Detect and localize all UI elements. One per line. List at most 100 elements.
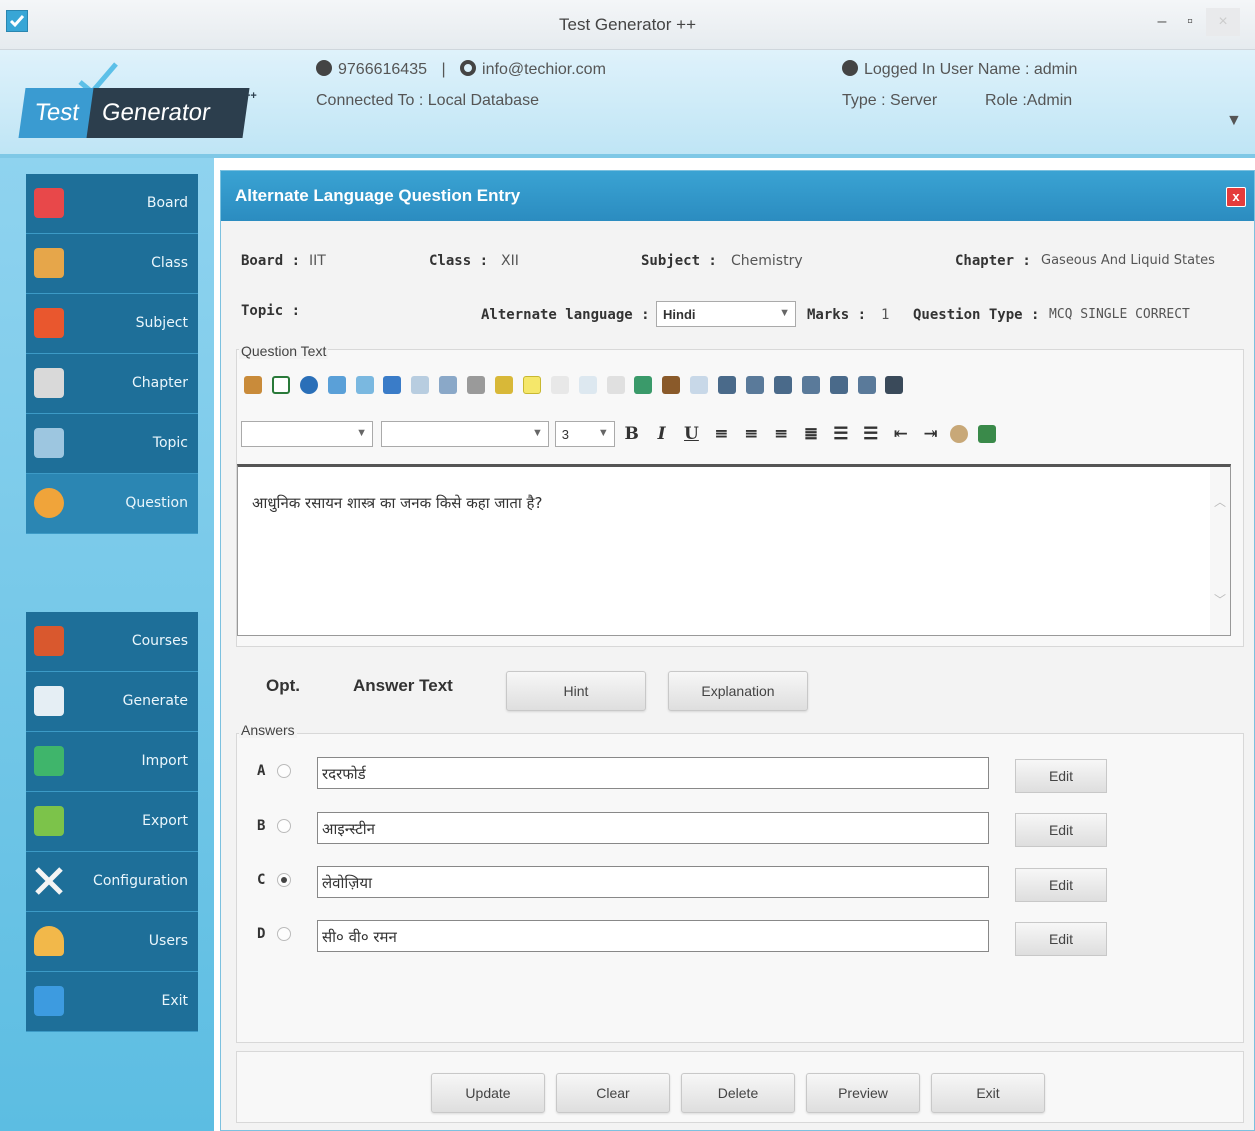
user-info: Logged In User Name : admin xyxy=(842,60,1077,79)
exit-button[interactable]: Exit xyxy=(931,1073,1045,1113)
insert-column-icon[interactable] xyxy=(746,376,765,395)
option-d-radio[interactable] xyxy=(277,927,291,941)
bullet-list-icon[interactable]: ☰ xyxy=(862,424,880,444)
sidebar-item-export[interactable]: Export xyxy=(26,792,198,852)
alternate-language-select[interactable]: Hindi ▼ xyxy=(656,301,796,327)
justify-icon[interactable]: ≣ xyxy=(802,424,820,444)
sidebar-item-generate[interactable]: Generate xyxy=(26,672,198,732)
image-icon[interactable] xyxy=(950,425,969,443)
panel-title: Alternate Language Question Entry xyxy=(221,171,1254,221)
sidebar-item-label: Question xyxy=(125,495,188,511)
answer-text-column-header: Answer Text xyxy=(353,676,453,695)
explanation-button[interactable]: Explanation xyxy=(668,671,808,711)
window-title: Test Generator ++ xyxy=(558,15,697,34)
update-button[interactable]: Update xyxy=(431,1073,545,1113)
outdent-icon[interactable]: ⇤ xyxy=(892,424,910,444)
undo-icon[interactable] xyxy=(327,376,346,395)
edit-option-a-button[interactable]: Edit xyxy=(1015,759,1107,793)
option-a-radio[interactable] xyxy=(277,764,291,778)
sidebar-item-exit[interactable]: Exit xyxy=(26,972,198,1032)
sidebar-item-label: Import xyxy=(141,753,188,769)
sidebar-item-label: Board xyxy=(146,195,188,211)
split-cells-icon[interactable] xyxy=(857,376,876,395)
option-a-text[interactable]: रदरफोर्ड xyxy=(317,757,989,789)
font-family-select[interactable]: ▼ xyxy=(241,421,373,447)
editor-scrollbar[interactable]: ︿ ﹀ xyxy=(1210,467,1230,635)
sidebar-item-chapter[interactable]: Chapter xyxy=(26,354,198,414)
close-panel-icon[interactable]: x xyxy=(1226,187,1246,207)
alternate-language-label: Alternate language : xyxy=(481,307,650,323)
app-header: Test Generator ++ 9766616435 | info@tech… xyxy=(0,50,1255,158)
sidebar-item-import[interactable]: Import xyxy=(26,732,198,792)
paint-icon[interactable] xyxy=(244,376,262,395)
underline-button[interactable]: U xyxy=(682,424,700,444)
numbered-list-icon[interactable]: ☰ xyxy=(832,424,850,444)
abc-icon[interactable] xyxy=(606,376,625,395)
minimize-button[interactable]: – xyxy=(1148,8,1176,36)
sidebar-item-courses[interactable]: Courses xyxy=(26,612,198,672)
scroll-up-icon[interactable]: ︿ xyxy=(1214,493,1226,510)
highlight-icon[interactable] xyxy=(522,376,541,395)
option-d-text[interactable]: सी० वी० रमन xyxy=(317,920,989,952)
paste-icon[interactable] xyxy=(439,376,458,395)
option-b-text[interactable]: आइन्स्टीन xyxy=(317,812,989,844)
redo-icon[interactable] xyxy=(355,376,374,395)
hint-button[interactable]: Hint xyxy=(506,671,646,711)
scroll-down-icon[interactable]: ﹀ xyxy=(1214,591,1226,608)
sidebar-item-board[interactable]: Board xyxy=(26,174,198,234)
spell-check-icon[interactable] xyxy=(495,376,514,395)
edit-option-c-button[interactable]: Edit xyxy=(1015,868,1107,902)
find-icon[interactable] xyxy=(467,376,486,395)
board-icon xyxy=(34,188,64,218)
delete-button[interactable]: Delete xyxy=(681,1073,795,1113)
sidebar-item-subject[interactable]: Subject xyxy=(26,294,198,354)
delete-row-icon[interactable] xyxy=(773,376,792,395)
italic-button[interactable]: I xyxy=(653,424,671,444)
vertical-bar-icon[interactable] xyxy=(662,376,681,395)
sidebar-item-question[interactable]: Question xyxy=(26,474,198,534)
option-b-radio[interactable] xyxy=(277,819,291,833)
sidebar-item-users[interactable]: Users xyxy=(26,912,198,972)
preview-button[interactable]: Preview xyxy=(806,1073,920,1113)
align-center-icon[interactable]: ≡ xyxy=(742,424,760,444)
align-left-icon[interactable]: ≡ xyxy=(712,424,730,444)
sidebar-item-label: Export xyxy=(142,813,188,829)
sidebar-item-class[interactable]: Class xyxy=(26,234,198,294)
insert-row-icon[interactable] xyxy=(718,376,737,395)
logo-plus-text: ++ xyxy=(244,90,257,102)
sidebar-item-topic[interactable]: Topic xyxy=(26,414,198,474)
delete-column-icon[interactable] xyxy=(801,376,820,395)
cut-icon[interactable] xyxy=(383,376,402,395)
close-window-button[interactable]: × xyxy=(1206,8,1240,36)
edit-option-b-button[interactable]: Edit xyxy=(1015,813,1107,847)
subscript-icon[interactable] xyxy=(578,376,597,395)
option-c-text[interactable]: लेवोज़िया xyxy=(317,866,989,898)
indent-icon[interactable]: ⇥ xyxy=(922,424,940,444)
question-type-value: MCQ SINGLE CORRECT xyxy=(1049,307,1190,322)
maximize-button[interactable]: ▫ xyxy=(1176,8,1204,36)
superscript-icon[interactable] xyxy=(550,376,569,395)
sidebar-item-configuration[interactable]: Configuration xyxy=(26,852,198,912)
document-icon[interactable] xyxy=(271,376,290,395)
table-icon[interactable] xyxy=(690,376,709,395)
clear-button[interactable]: Clear xyxy=(556,1073,670,1113)
logged-in-user: Logged In User Name : admin xyxy=(864,61,1078,78)
edit-option-d-button[interactable]: Edit xyxy=(1015,922,1107,956)
text-color-icon[interactable] xyxy=(978,425,997,443)
header-dropdown-icon[interactable]: ▼ xyxy=(1226,112,1242,130)
option-c-radio[interactable] xyxy=(277,873,291,887)
paragraph-style-select[interactable]: ▼ xyxy=(380,421,549,447)
chevron-down-icon: ▼ xyxy=(532,427,543,439)
globe-icon[interactable] xyxy=(299,376,318,395)
align-right-icon[interactable]: ≡ xyxy=(772,424,790,444)
grid-icon[interactable] xyxy=(885,376,904,395)
font-size-value: 3 xyxy=(561,427,570,442)
font-size-select[interactable]: 3 ▼ xyxy=(554,421,615,447)
question-text-editor[interactable]: आधुनिक रसायन शास्त्र का जनक किसे कहा जात… xyxy=(237,464,1231,636)
bold-button[interactable]: B xyxy=(623,424,641,444)
symbol-icon[interactable] xyxy=(634,376,653,395)
merge-cells-icon[interactable] xyxy=(829,376,848,395)
copy-icon[interactable] xyxy=(411,376,430,395)
user-icon xyxy=(842,60,858,76)
sidebar-item-label: Users xyxy=(148,933,188,949)
